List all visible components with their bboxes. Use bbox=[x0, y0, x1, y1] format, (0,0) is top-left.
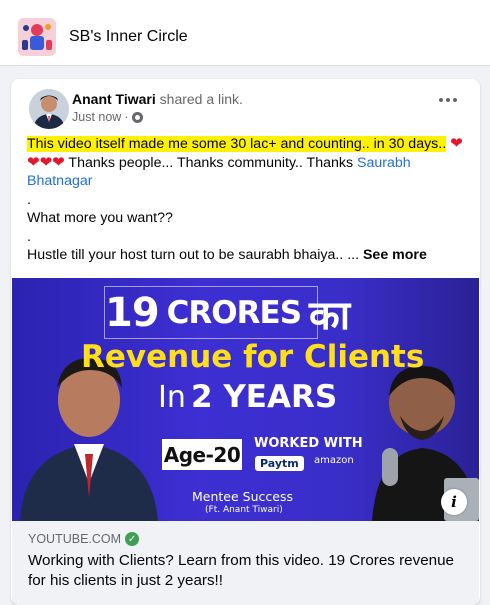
group-header: SB's Inner Circle bbox=[0, 0, 490, 66]
question-text: What more you want?? bbox=[27, 210, 173, 226]
dot-icon bbox=[446, 98, 450, 102]
group-avatar[interactable] bbox=[18, 18, 56, 56]
link-thumbnail[interactable]: 19 CRORES का Revenue for Clients In 2 YE… bbox=[12, 278, 479, 521]
thumbnail-years: In 2 YEARS bbox=[158, 379, 337, 415]
group-name[interactable]: SB's Inner Circle bbox=[69, 28, 188, 46]
globe-icon[interactable] bbox=[131, 111, 143, 123]
hustle-text: Hustle till your host turn out to be sau… bbox=[27, 247, 360, 263]
thanks-text: Thanks people... Thanks community.. Than… bbox=[68, 154, 354, 171]
post-meta: Just now · bbox=[72, 110, 143, 124]
highlighted-text: This video itself made me some 30 lac+ a… bbox=[27, 136, 447, 152]
link-title[interactable]: Working with Clients? Learn from this vi… bbox=[28, 551, 458, 591]
thumbnail-crores: CRORES bbox=[166, 295, 302, 331]
dot-line: . bbox=[27, 228, 31, 245]
more-options-button[interactable] bbox=[438, 93, 458, 107]
thumbnail-number: 19 bbox=[105, 290, 160, 336]
thumbnail-mentee: Mentee Success bbox=[192, 489, 293, 504]
link-preview[interactable]: YOUTUBE.COM ✓ Working with Clients? Lear… bbox=[12, 521, 479, 605]
post-action: shared a link. bbox=[159, 91, 243, 107]
heart-icon: ❤ bbox=[450, 135, 463, 152]
thumbnail-headline: 19 CRORES का bbox=[105, 286, 350, 340]
heart-icon: ❤❤❤ bbox=[27, 153, 65, 171]
post-card: Anant Tiwari shared a link. Just now · T… bbox=[11, 79, 480, 605]
thumbnail-years-value: 2 YEARS bbox=[190, 379, 338, 415]
dot-line: . bbox=[27, 191, 31, 208]
author-line: Anant Tiwari shared a link. bbox=[72, 91, 243, 107]
author-avatar[interactable] bbox=[29, 89, 69, 129]
amazon-logo: amazon bbox=[314, 455, 354, 466]
thumbnail-featuring: (Ft. Anant Tiwari) bbox=[205, 505, 283, 515]
post-text: This video itself made me some 30 lac+ a… bbox=[27, 135, 471, 265]
thumbnail-in: In bbox=[158, 380, 186, 415]
thumbnail-age: Age-20 bbox=[162, 439, 242, 470]
thumbnail-ka: का bbox=[309, 292, 351, 339]
see-more-link[interactable]: See more bbox=[363, 247, 427, 263]
link-domain: YOUTUBE.COM bbox=[28, 532, 122, 546]
link-domain-row: YOUTUBE.COM ✓ bbox=[28, 532, 140, 546]
thumbnail-worked-with: WORKED WITH bbox=[254, 436, 363, 451]
thumbnail-revenue: Revenue for Clients bbox=[81, 339, 425, 375]
dot-icon bbox=[439, 98, 443, 102]
meta-separator: · bbox=[124, 110, 129, 124]
post-timestamp[interactable]: Just now bbox=[72, 110, 121, 124]
info-icon[interactable]: i bbox=[441, 489, 467, 515]
author-name[interactable]: Anant Tiwari bbox=[72, 91, 156, 107]
paytm-logo: Paytm bbox=[255, 456, 304, 471]
verified-icon: ✓ bbox=[125, 532, 140, 546]
dot-icon bbox=[453, 98, 457, 102]
